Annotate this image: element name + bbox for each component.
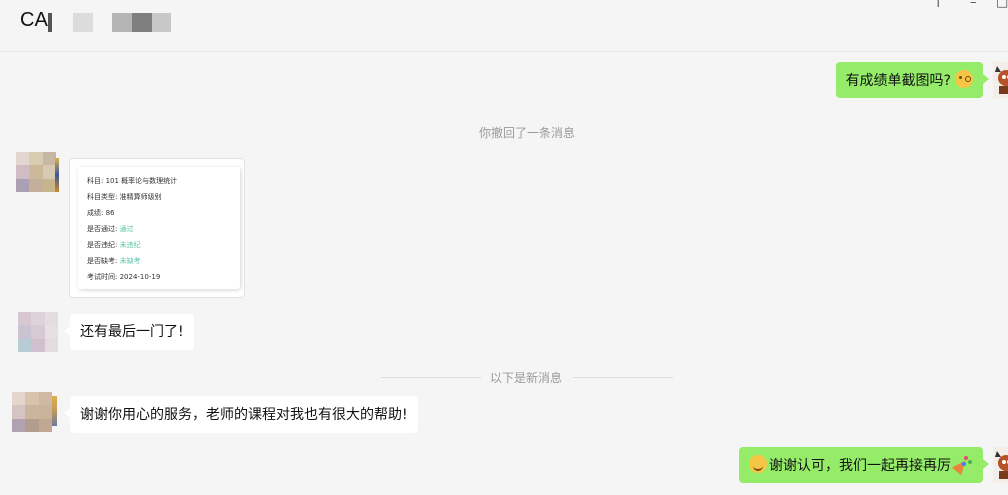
party-popper-icon bbox=[953, 455, 973, 473]
card-row: 考试时间: 2024-10-19 bbox=[87, 273, 161, 281]
new-messages-divider: 以下是新消息 bbox=[490, 371, 563, 385]
minimize-icon[interactable]: – bbox=[970, 0, 977, 10]
divider-line bbox=[381, 377, 481, 378]
redacted-title-block bbox=[48, 13, 52, 32]
card-row: 是否缺考: 未缺考 bbox=[87, 257, 141, 265]
my-message-bubble[interactable]: 有成绩单截图吗? bbox=[835, 62, 990, 98]
contact-avatar[interactable] bbox=[18, 312, 58, 352]
my-avatar[interactable] bbox=[993, 447, 1008, 483]
card-row: 成绩: 86 bbox=[87, 209, 115, 217]
chat-header: CA † – □ bbox=[0, 0, 1008, 52]
smiling-face-icon bbox=[749, 455, 767, 473]
robot-avatar-icon bbox=[993, 447, 1008, 483]
chat-title[interactable]: CA bbox=[20, 9, 48, 32]
score-report-card: 科目: 101 概率论与数理统计 科目类型: 准精算师级别 成绩: 86 是否通… bbox=[78, 167, 240, 289]
card-row: 是否违纪: 未违纪 bbox=[87, 241, 141, 249]
card-row: 科目: 101 概率论与数理统计 bbox=[87, 177, 178, 185]
redacted-title-block bbox=[152, 13, 171, 32]
redacted-title-block bbox=[132, 13, 152, 32]
redacted-title-block bbox=[112, 13, 132, 32]
card-row: 是否通过: 通过 bbox=[87, 225, 134, 233]
contact-avatar[interactable] bbox=[16, 152, 56, 192]
robot-avatar-icon bbox=[993, 62, 1008, 98]
message-text: 还有最后一门了! bbox=[80, 324, 184, 340]
contact-message-bubble[interactable]: 谢谢你用心的服务，老师的课程对我也有很大的帮助! bbox=[64, 396, 418, 433]
message-text: 有成绩单截图吗? bbox=[845, 73, 951, 89]
my-avatar[interactable] bbox=[993, 62, 1008, 98]
contact-avatar[interactable] bbox=[12, 392, 52, 432]
contact-message-bubble[interactable]: 还有最后一门了! bbox=[64, 314, 194, 350]
avatar-edge-sliver bbox=[52, 396, 57, 426]
recall-notice: 你撤回了一条消息 bbox=[479, 126, 576, 140]
avatar-edge-sliver bbox=[55, 158, 59, 192]
my-message-bubble[interactable]: 谢谢认可，我们一起再接再厉 bbox=[739, 447, 989, 483]
thinking-face-icon bbox=[955, 70, 973, 88]
message-text: 谢谢认可，我们一起再接再厉 bbox=[769, 458, 951, 474]
redacted-title-block bbox=[73, 13, 93, 32]
card-row: 科目类型: 准精算师级别 bbox=[87, 193, 162, 201]
maximize-icon[interactable]: □ bbox=[996, 0, 1008, 10]
message-text: 谢谢你用心的服务，老师的课程对我也有很大的帮助! bbox=[80, 407, 408, 423]
divider-line bbox=[573, 377, 673, 378]
image-message[interactable]: 科目: 101 概率论与数理统计 科目类型: 准精算师级别 成绩: 86 是否通… bbox=[69, 158, 245, 298]
pin-icon[interactable]: † bbox=[935, 0, 942, 10]
